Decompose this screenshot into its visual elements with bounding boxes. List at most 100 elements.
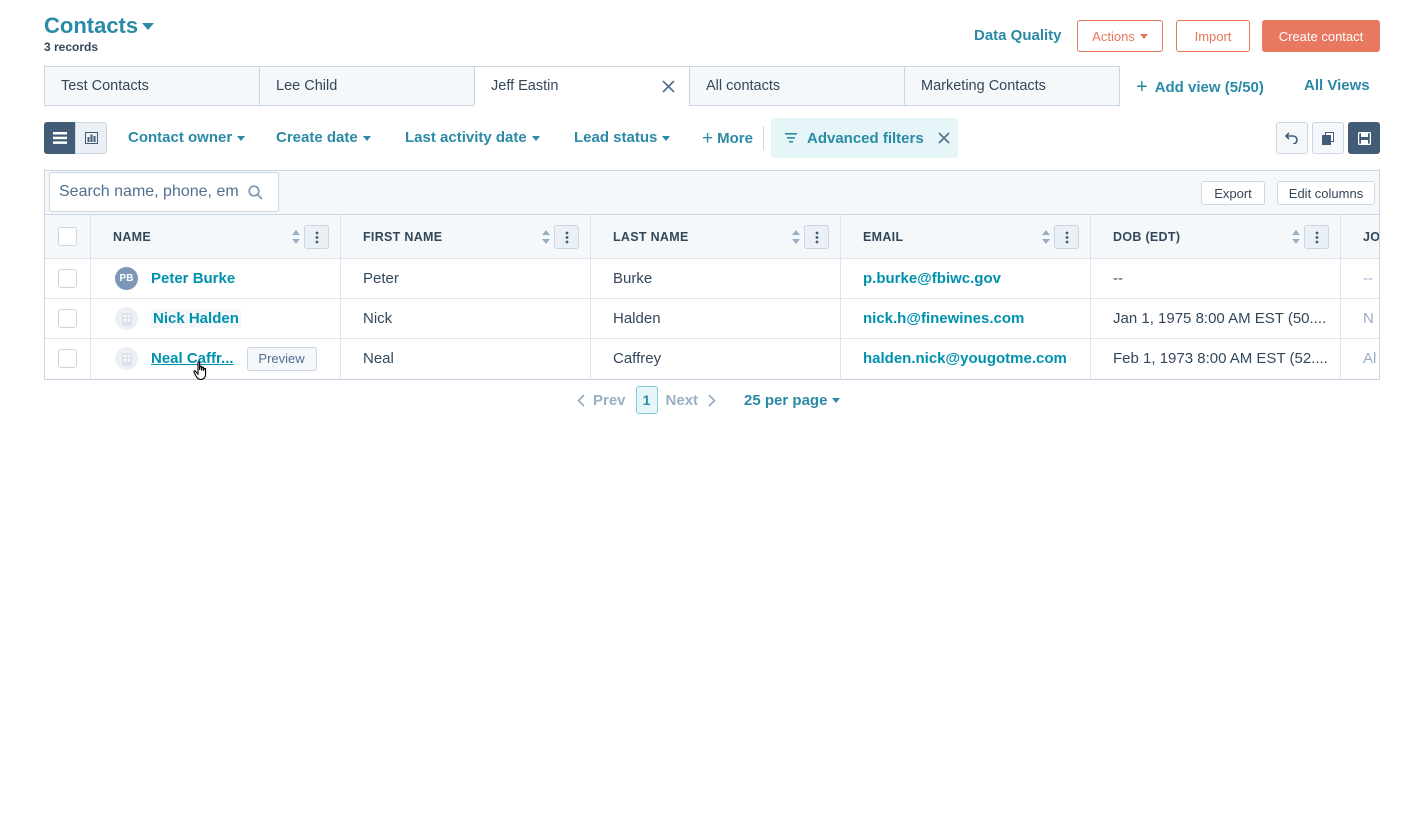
preview-button[interactable]: Preview	[246, 346, 317, 371]
dob-cell: Jan 1, 1975 8:00 AM EST (50....	[1091, 299, 1341, 338]
column-header-dob[interactable]: DOB (EDT)	[1091, 215, 1341, 258]
data-quality-link[interactable]: Data Quality	[974, 27, 1062, 44]
add-view-button[interactable]: + Add view (5/50)	[1136, 77, 1264, 97]
row-select-cell	[45, 339, 91, 378]
contact-name-link[interactable]: Peter Burke	[151, 270, 235, 287]
column-menu-button[interactable]	[554, 225, 579, 249]
contacts-table: NAME FIRST NAME LAST NAME EMAIL DOB (EDT…	[45, 214, 1380, 378]
add-view-label: Add view (5/50)	[1154, 78, 1264, 96]
sort-icon[interactable]	[1292, 230, 1300, 244]
dob-cell: --	[1091, 259, 1341, 298]
table-row[interactable]: PB Peter Burke Peter Burke p.burke@fbiwc.…	[45, 258, 1379, 298]
filter-label: Last activity date	[405, 129, 527, 146]
email-link[interactable]: nick.h@finewines.com	[863, 310, 1024, 327]
copy-icon	[1322, 131, 1334, 145]
email-cell: p.burke@fbiwc.gov	[841, 259, 1091, 298]
company-icon	[121, 312, 132, 326]
select-all-checkbox[interactable]	[58, 227, 77, 246]
undo-button[interactable]	[1276, 122, 1308, 154]
partial-cell: --	[1363, 270, 1373, 287]
tab-jeff-eastin[interactable]: Jeff Eastin	[474, 66, 690, 106]
create-contact-button[interactable]: Create contact	[1262, 20, 1380, 52]
create-date-filter[interactable]: Create date	[276, 129, 371, 146]
column-menu-button[interactable]	[1054, 225, 1079, 249]
all-views-link[interactable]: All Views	[1304, 77, 1370, 94]
dob-cell: Feb 1, 1973 8:00 AM EST (52....	[1091, 339, 1341, 378]
export-button[interactable]: Export	[1201, 181, 1265, 205]
first-name-cell: Nick	[341, 299, 591, 338]
column-header-first-name[interactable]: FIRST NAME	[341, 215, 591, 258]
board-view-toggle[interactable]	[75, 122, 107, 154]
tab-label: Test Contacts	[61, 78, 149, 94]
per-page-dropdown[interactable]: 25 per page	[744, 392, 841, 409]
page-title[interactable]: Contacts	[44, 13, 155, 39]
column-label: JO	[1363, 229, 1380, 244]
more-vertical-icon	[1065, 231, 1068, 243]
tab-all-contacts[interactable]: All contacts	[689, 66, 905, 106]
column-menu-button[interactable]	[304, 225, 329, 249]
first-name-cell: Peter	[341, 259, 591, 298]
contact-name-link[interactable]: Nick Halden	[151, 309, 241, 328]
row-checkbox[interactable]	[58, 349, 77, 368]
last-activity-date-filter[interactable]: Last activity date	[405, 129, 540, 146]
avatar: PB	[115, 267, 138, 290]
column-header-name[interactable]: NAME	[91, 215, 341, 258]
more-vertical-icon	[315, 231, 318, 243]
tab-marketing-contacts[interactable]: Marketing Contacts	[904, 66, 1120, 106]
contact-owner-filter[interactable]: Contact owner	[128, 129, 246, 146]
row-checkbox[interactable]	[58, 309, 77, 328]
row-checkbox[interactable]	[58, 269, 77, 288]
prev-page-button[interactable]: Prev	[593, 392, 626, 409]
page-number-button[interactable]: 1	[635, 386, 658, 414]
partial-cell: N	[1363, 310, 1374, 327]
chevron-left-icon	[577, 393, 585, 407]
email-link[interactable]: p.burke@fbiwc.gov	[863, 270, 1001, 287]
column-header-email[interactable]: EMAIL	[841, 215, 1091, 258]
hand-cursor-icon	[193, 361, 207, 381]
select-all-cell	[45, 215, 91, 258]
column-label: EMAIL	[863, 229, 904, 244]
advanced-filters-button[interactable]: Advanced filters	[771, 118, 958, 158]
clone-view-button[interactable]	[1312, 122, 1344, 154]
email-cell: nick.h@finewines.com	[841, 299, 1091, 338]
lead-status-filter[interactable]: Lead status	[574, 129, 671, 146]
table-row[interactable]: Neal Caffr... Preview Neal Caffrey halde…	[45, 338, 1379, 378]
column-header-partial[interactable]: JO	[1341, 215, 1380, 258]
chevron-down-icon	[237, 135, 246, 141]
sort-icon[interactable]	[1042, 230, 1050, 244]
tab-label: Lee Child	[276, 78, 338, 94]
actions-label: Actions	[1092, 28, 1135, 44]
column-label: DOB (EDT)	[1113, 229, 1181, 244]
tab-lee-child[interactable]: Lee Child	[259, 66, 475, 106]
name-cell: PB Peter Burke	[91, 259, 341, 298]
sort-icon[interactable]	[542, 230, 550, 244]
email-link[interactable]: halden.nick@yougotme.com	[863, 350, 1067, 367]
close-icon[interactable]	[662, 80, 675, 93]
edit-columns-button[interactable]: Edit columns	[1277, 181, 1375, 205]
page-title-text: Contacts	[44, 13, 139, 38]
more-vertical-icon	[815, 231, 818, 243]
actions-button[interactable]: Actions	[1077, 20, 1163, 52]
search-input[interactable]	[49, 172, 279, 212]
name-cell: Nick Halden	[91, 299, 341, 338]
next-page-button[interactable]: Next	[666, 392, 699, 409]
close-icon[interactable]	[938, 132, 950, 144]
chevron-down-icon	[832, 397, 841, 403]
row-select-cell	[45, 299, 91, 338]
column-menu-button[interactable]	[1304, 225, 1329, 249]
sort-icon[interactable]	[792, 230, 800, 244]
column-header-last-name[interactable]: LAST NAME	[591, 215, 841, 258]
column-menu-button[interactable]	[804, 225, 829, 249]
more-vertical-icon	[565, 231, 568, 243]
tab-test-contacts[interactable]: Test Contacts	[44, 66, 260, 106]
save-view-button[interactable]	[1348, 122, 1380, 154]
table-view-toggle[interactable]	[44, 122, 76, 154]
list-icon	[53, 132, 67, 144]
search-icon[interactable]	[248, 185, 263, 200]
chevron-down-icon	[531, 135, 540, 141]
chevron-down-icon	[142, 22, 155, 30]
table-row[interactable]: Nick Halden Nick Halden nick.h@finewines…	[45, 298, 1379, 338]
more-filters-button[interactable]: + More	[702, 129, 753, 148]
import-button[interactable]: Import	[1176, 20, 1250, 52]
sort-icon[interactable]	[292, 230, 300, 244]
